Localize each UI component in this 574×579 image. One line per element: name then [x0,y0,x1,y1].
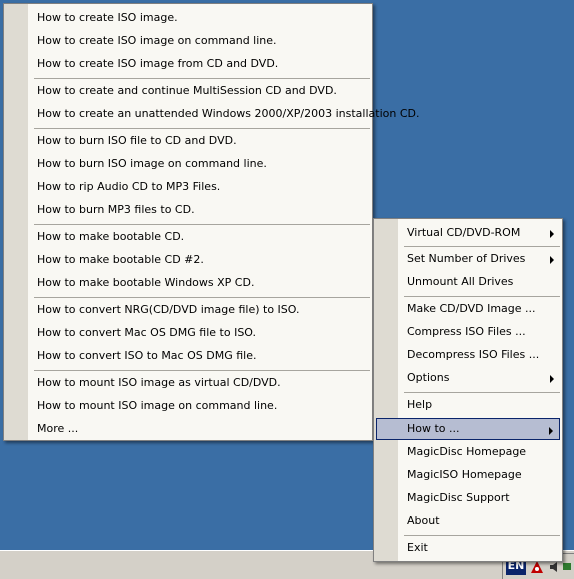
menu-item-label: How to create ISO image from CD and DVD. [37,57,279,70]
menu-separator [34,78,370,79]
menu-item-label: Decompress ISO Files ... [407,348,540,361]
menu-item-label: Virtual CD/DVD-ROM [407,226,521,239]
menu-item-set-number-of-drives[interactable]: Set Number of Drives [376,248,560,270]
menu-item-label: More ... [37,422,79,435]
menu-separator [404,246,560,247]
menu-item-label: MagicISO Homepage [407,468,522,481]
menu-item-burn-iso-cmdline[interactable]: How to burn ISO image on command line. [6,153,370,175]
menu-item-label: Unmount All Drives [407,275,514,288]
menu-item-label: How to mount ISO image on command line. [37,399,278,412]
volume-icon[interactable] [548,560,562,574]
menu-item-create-iso-from-cd[interactable]: How to create ISO image from CD and DVD. [6,53,370,75]
menu-item-label: How to create ISO image. [37,11,178,24]
menu-item-virtual-drive[interactable]: Virtual CD/DVD-ROM [376,222,560,244]
menu-item-exit[interactable]: Exit [376,537,560,559]
submenu-arrow-icon [550,230,554,238]
magicdisc-tray-menu: Virtual CD/DVD-ROM Set Number of Drives … [373,218,563,562]
menu-item-label: How to mount ISO image as virtual CD/DVD… [37,376,281,389]
menu-item-options[interactable]: Options [376,367,560,389]
menu-item-label: How to make bootable Windows XP CD. [37,276,255,289]
menu-item-label: How to create ISO image on command line. [37,34,277,47]
menu-item-label: MagicDisc Homepage [407,445,527,458]
how-to-submenu: How to create ISO image. How to create I… [3,3,419,441]
menu-item-label: Help [407,398,433,411]
menu-item-about[interactable]: About [376,510,560,532]
menu-item-mount-virtual[interactable]: How to mount ISO image as virtual CD/DVD… [6,372,370,394]
menu-item-how-to[interactable]: How to ... [376,418,560,440]
menu-item-burn-iso[interactable]: How to burn ISO file to CD and DVD. [6,130,370,152]
menu-item-label: How to burn ISO image on command line. [37,157,267,170]
menu-item-label: How to make bootable CD. [37,230,185,243]
menu-item-label: How to ... [407,422,460,435]
menu-item-convert-dmg-to-iso[interactable]: How to convert Mac OS DMG file to ISO. [6,322,370,344]
menu-item-label: Options [407,371,450,384]
menu-item-help[interactable]: Help [376,394,560,416]
menu-item-label: Exit [407,541,428,554]
submenu-arrow-icon [550,256,554,264]
menu-separator [404,392,560,393]
menu-item-label: About [407,514,440,527]
menu-item-bootable-winxp[interactable]: How to make bootable Windows XP CD. [6,272,370,294]
menu-item-label: How to convert Mac OS DMG file to ISO. [37,326,257,339]
menu-item-create-iso[interactable]: How to create ISO image. [6,7,370,29]
menu-item-multisession[interactable]: How to create and continue MultiSession … [6,80,370,102]
menu-item-bootable-cd[interactable]: How to make bootable CD. [6,226,370,248]
menu-item-label: How to rip Audio CD to MP3 Files. [37,180,221,193]
magicdisc-tray-icon[interactable] [530,560,544,574]
menu-item-unattended-install[interactable]: How to create an unattended Windows 2000… [6,103,419,125]
menu-item-unmount-all[interactable]: Unmount All Drives [376,271,560,293]
menu-separator [34,370,370,371]
menu-item-label: Compress ISO Files ... [407,325,526,338]
menu-item-label: How to make bootable CD #2. [37,253,204,266]
network-icon[interactable] [562,560,572,574]
menu-item-burn-mp3[interactable]: How to burn MP3 files to CD. [6,199,370,221]
menu-item-compress-iso[interactable]: Compress ISO Files ... [376,321,560,343]
menu-item-rip-audio[interactable]: How to rip Audio CD to MP3 Files. [6,176,370,198]
menu-item-convert-iso-to-dmg[interactable]: How to convert ISO to Mac OS DMG file. [6,345,370,367]
menu-item-decompress-iso[interactable]: Decompress ISO Files ... [376,344,560,366]
menu-item-label: How to create an unattended Windows 2000… [37,107,420,120]
menu-item-label: How to convert ISO to Mac OS DMG file. [37,349,257,362]
menu-item-label: How to burn ISO file to CD and DVD. [37,134,237,147]
menu-item-bootable-cd-2[interactable]: How to make bootable CD #2. [6,249,370,271]
menu-separator [404,296,560,297]
menu-item-label: MagicDisc Support [407,491,510,504]
menu-separator [34,224,370,225]
menu-separator [34,128,370,129]
menu-item-label: How to convert NRG(CD/DVD image file) to… [37,303,300,316]
menu-item-magicdisc-homepage[interactable]: MagicDisc Homepage [376,441,560,463]
menu-item-convert-nrg[interactable]: How to convert NRG(CD/DVD image file) to… [6,299,370,321]
menu-item-label: How to burn MP3 files to CD. [37,203,195,216]
menu-item-magicdisc-support[interactable]: MagicDisc Support [376,487,560,509]
menu-item-magiciso-homepage[interactable]: MagicISO Homepage [376,464,560,486]
menu-item-label: How to create and continue MultiSession … [37,84,337,97]
submenu-arrow-icon [550,375,554,383]
submenu-arrow-icon [549,427,553,435]
menu-separator [34,297,370,298]
menu-item-more[interactable]: More ... [6,418,370,440]
menu-item-label: Set Number of Drives [407,252,526,265]
menu-separator [404,535,560,536]
menu-item-label: Make CD/DVD Image ... [407,302,536,315]
menu-item-mount-cmdline[interactable]: How to mount ISO image on command line. [6,395,370,417]
menu-item-create-iso-cmdline[interactable]: How to create ISO image on command line. [6,30,370,52]
menu-item-make-image[interactable]: Make CD/DVD Image ... [376,298,560,320]
